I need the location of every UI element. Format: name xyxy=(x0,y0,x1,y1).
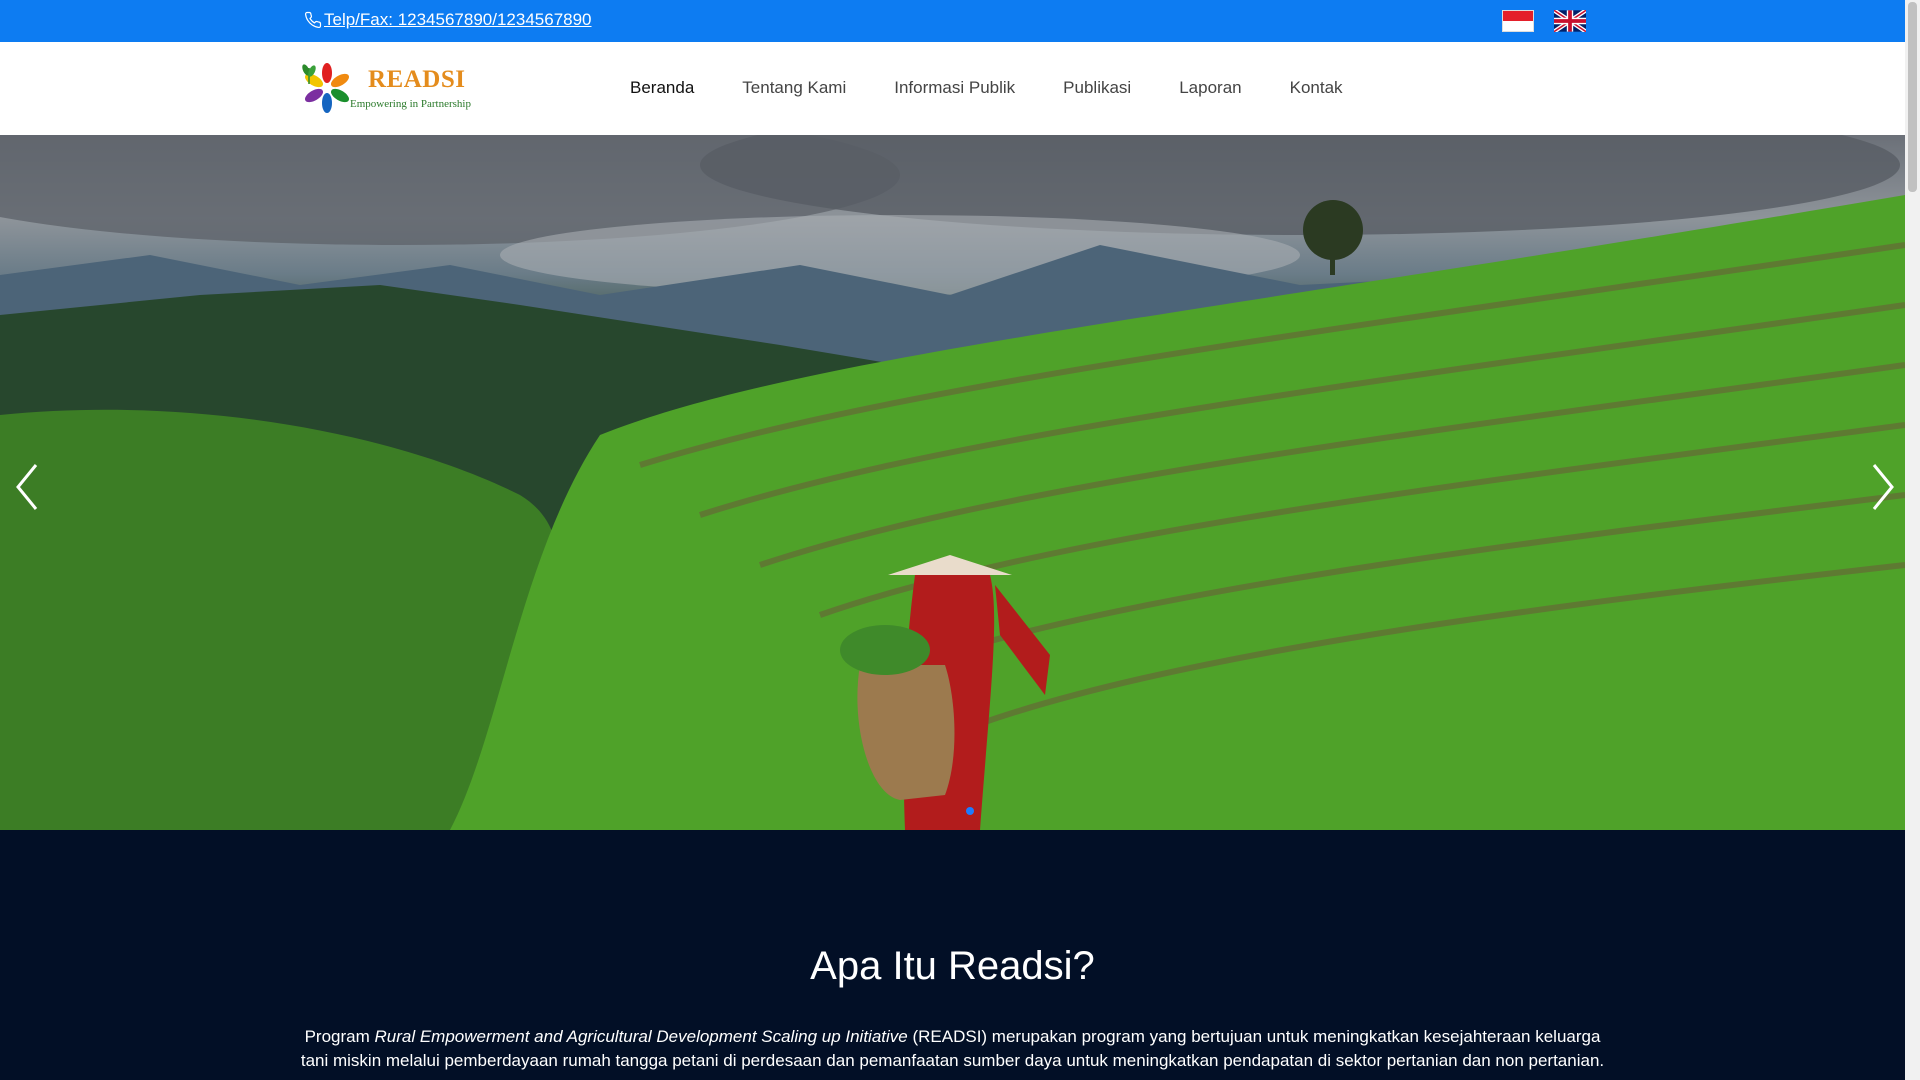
nav-item-informasi-publik[interactable]: Informasi Publik xyxy=(894,78,1015,98)
nav-item-beranda[interactable]: Beranda xyxy=(630,78,694,98)
scrollbar-thumb[interactable] xyxy=(1908,2,1917,192)
hero-carousel xyxy=(0,135,1905,830)
nav-item-kontak[interactable]: Kontak xyxy=(1290,78,1343,98)
about-description: Program Rural Empowerment and Agricultur… xyxy=(300,1025,1605,1073)
nav-item-publikasi[interactable]: Publikasi xyxy=(1063,78,1131,98)
contact-bar: Telp/Fax: 1234567890/1234567890 xyxy=(0,0,1905,42)
nav-item-laporan[interactable]: Laporan xyxy=(1179,78,1241,98)
carousel-prev-button[interactable] xyxy=(8,457,48,517)
phone-icon xyxy=(304,11,322,29)
flag-id-icon[interactable] xyxy=(1502,10,1534,32)
hero-image xyxy=(0,135,1905,830)
main-nav: Beranda Tentang Kami Informasi Publik Pu… xyxy=(630,78,1343,98)
logo-name: READSI xyxy=(368,66,466,93)
chevron-left-icon xyxy=(16,464,38,510)
about-section: Apa Itu Readsi? Program Rural Empowermen… xyxy=(0,830,1905,1080)
logo[interactable]: READSI Empowering in Partnership xyxy=(302,60,482,118)
about-text-program-name: Rural Empowerment and Agricultural Devel… xyxy=(374,1027,908,1046)
carousel-indicator[interactable] xyxy=(966,807,974,815)
page-scrollbar[interactable] xyxy=(1905,0,1920,1080)
nav-item-tentang-kami[interactable]: Tentang Kami xyxy=(742,78,846,98)
phone-link[interactable]: Telp/Fax: 1234567890/1234567890 xyxy=(304,10,592,30)
leaf-icon xyxy=(302,64,316,84)
flag-uk-icon[interactable] xyxy=(1552,8,1588,34)
logo-tagline: Empowering in Partnership xyxy=(350,98,471,110)
carousel-next-button[interactable] xyxy=(1862,457,1902,517)
about-title: Apa Itu Readsi? xyxy=(810,944,1095,988)
about-text-prefix: Program xyxy=(304,1027,375,1046)
phone-label: Telp/Fax: 1234567890/1234567890 xyxy=(324,10,592,29)
main-navbar: READSI Empowering in Partnership Beranda… xyxy=(0,42,1905,135)
chevron-right-icon xyxy=(1872,464,1894,510)
